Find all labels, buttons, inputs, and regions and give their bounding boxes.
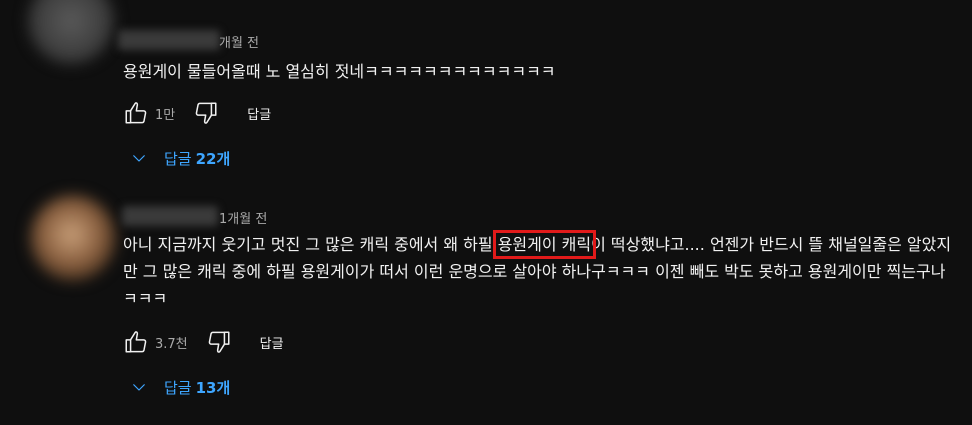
view-replies-button[interactable]: 답글 13개 xyxy=(130,374,230,400)
dislike-button[interactable] xyxy=(204,327,234,357)
chevron-down-icon xyxy=(133,384,145,391)
comment-thread-2: 1개월 전 아니 지금까지 웃기고 멋진 그 많은 캐릭 중에서 왜 하필 용원… xyxy=(0,195,972,425)
dislike-button[interactable] xyxy=(191,98,221,128)
thumbs-up-icon xyxy=(125,331,147,353)
comment-text: 용원게이 물들어올때 노 열심히 젓네ㅋㅋㅋㅋㅋㅋㅋㅋㅋㅋㅋㅋㅋ xyxy=(123,62,556,81)
reply-button[interactable]: 답글 xyxy=(260,333,284,352)
replies-label: 답글 xyxy=(164,378,192,397)
comment-actions: 3.7천 답글 xyxy=(121,327,284,357)
replies-count: 22개 xyxy=(195,149,231,168)
author-name-blurred[interactable] xyxy=(118,30,220,50)
comment-timestamp[interactable]: 1개월 전 xyxy=(219,208,267,227)
like-button[interactable] xyxy=(121,98,151,128)
like-count: 3.7천 xyxy=(155,336,188,352)
like-count: 1만 xyxy=(155,107,176,123)
highlighted-phrase: 용원게이 캐릭 xyxy=(492,230,597,259)
avatar[interactable] xyxy=(28,0,114,64)
avatar[interactable] xyxy=(30,195,116,281)
author-name-blurred[interactable] xyxy=(122,206,218,226)
like-button[interactable] xyxy=(121,327,151,357)
view-replies-button[interactable]: 답글 22개 xyxy=(130,145,230,171)
thumbs-up-icon xyxy=(125,102,147,124)
comment-actions: 1만 답글 xyxy=(121,98,271,128)
thumbs-down-icon xyxy=(208,331,230,353)
comment-thread-1: 개월 전 용원게이 물들어올때 노 열심히 젓네ㅋㅋㅋㅋㅋㅋㅋㅋㅋㅋㅋㅋㅋ 1만… xyxy=(0,0,972,180)
replies-count: 13개 xyxy=(195,378,231,397)
reply-button[interactable]: 답글 xyxy=(247,104,271,123)
replies-label: 답글 xyxy=(164,149,192,168)
chevron-down-icon xyxy=(133,155,145,162)
comment-timestamp[interactable]: 개월 전 xyxy=(219,32,259,51)
thumbs-down-icon xyxy=(195,102,217,124)
comment-text-start: 아니 지금까지 웃기고 멋진 그 많은 캐릭 중에서 왜 하필 xyxy=(123,235,498,254)
comment-text: 아니 지금까지 웃기고 멋진 그 많은 캐릭 중에서 왜 하필 용원게이 캐릭이… xyxy=(123,230,953,312)
